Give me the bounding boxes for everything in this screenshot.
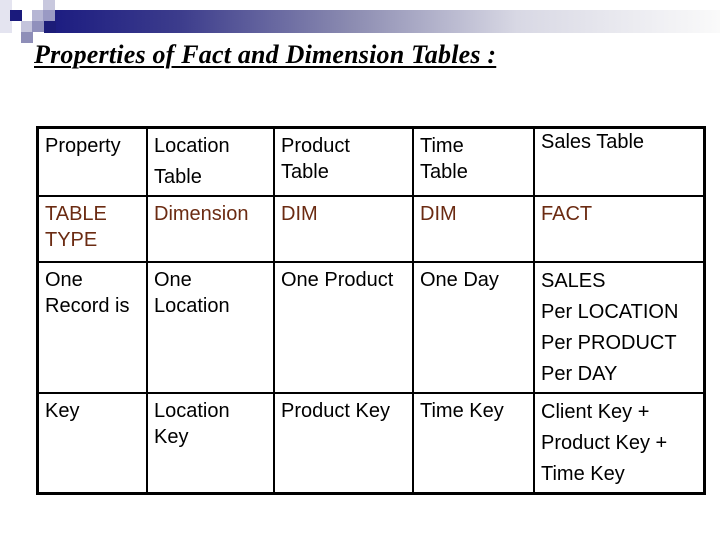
decorative-square [43, 10, 55, 21]
header-cell-property: Property [36, 126, 148, 197]
decorative-square [44, 21, 56, 33]
row-label-cell: TABLE TYPE [36, 195, 148, 263]
cell-line: SALES [541, 270, 606, 292]
cell-line: Dimension [154, 203, 249, 225]
cell-line: TYPE [45, 229, 98, 251]
decorative-square [10, 10, 22, 21]
cell-line: FACT [541, 203, 593, 225]
table-cell: Product Key [273, 392, 414, 495]
cell-line: Product Key [281, 400, 390, 422]
header-cell-sales-table: Sales Table [533, 126, 706, 197]
cell-line: Key [45, 400, 80, 422]
decorative-square [21, 32, 33, 43]
cell-line: Key [154, 426, 189, 448]
cell-line: One Day [420, 269, 499, 291]
cell-line: Property [45, 135, 121, 157]
cell-line: Location [154, 135, 230, 157]
header-cell-location-table: Location Table [146, 126, 275, 197]
cell-line: Record is [45, 295, 130, 317]
table-row-one-record-is: One Record is One Location One Product O… [36, 261, 706, 394]
table-cell: Client Key + Product Key + Time Key [533, 392, 706, 495]
properties-table: Property Location Table Product Table Ti… [36, 126, 706, 495]
cell-line: Location [154, 295, 230, 317]
table-row-table-type: TABLE TYPE Dimension DIM DIM FACT [36, 195, 706, 263]
table-cell: One Location [146, 261, 275, 394]
row-label-cell: Key [36, 392, 148, 495]
table-cell: DIM [273, 195, 414, 263]
cell-line: Per DAY [541, 363, 618, 385]
slide-title: Properties of Fact and Dimension Tables … [34, 40, 497, 69]
cell-line: DIM [420, 203, 457, 225]
cell-line: DIM [281, 203, 318, 225]
table-cell: Dimension [146, 195, 275, 263]
header-cell-time-table: Time Table [412, 126, 535, 197]
cell-line: Location [154, 400, 230, 422]
cell-line: One [154, 269, 192, 291]
cell-line: TABLE [45, 203, 107, 225]
cell-line: Time Key [541, 463, 625, 485]
cell-line: One [45, 269, 83, 291]
decorative-square [32, 21, 44, 32]
cell-line: Product Key + [541, 432, 668, 454]
cell-line: One Product [281, 269, 394, 291]
cell-line: Table [420, 161, 468, 183]
cell-line: Table [281, 161, 329, 183]
table-cell: DIM [412, 195, 535, 263]
cell-line: Product [281, 135, 350, 157]
cell-line: Per PRODUCT [541, 332, 677, 354]
cell-line: Sales Table [541, 131, 645, 153]
table-cell: One Product [273, 261, 414, 394]
table-cell: FACT [533, 195, 706, 263]
header-band [44, 10, 720, 33]
cell-line: Time [420, 135, 464, 157]
table-header-row: Property Location Table Product Table Ti… [36, 126, 706, 197]
table-cell: SALES Per LOCATION Per PRODUCT Per DAY [533, 261, 706, 394]
table-cell: One Day [412, 261, 535, 394]
slide: Properties of Fact and Dimension Tables … [0, 0, 720, 540]
cell-line: Time Key [420, 400, 504, 422]
cell-line: Per LOCATION [541, 301, 679, 323]
table-cell: Time Key [412, 392, 535, 495]
row-label-cell: One Record is [36, 261, 148, 394]
table-row-key: Key Location Key Product Key Time Key Cl… [36, 392, 706, 495]
table-cell: Location Key [146, 392, 275, 495]
cell-line: Table [154, 166, 202, 188]
cell-line: Client Key + [541, 401, 650, 423]
header-cell-product-table: Product Table [273, 126, 414, 197]
